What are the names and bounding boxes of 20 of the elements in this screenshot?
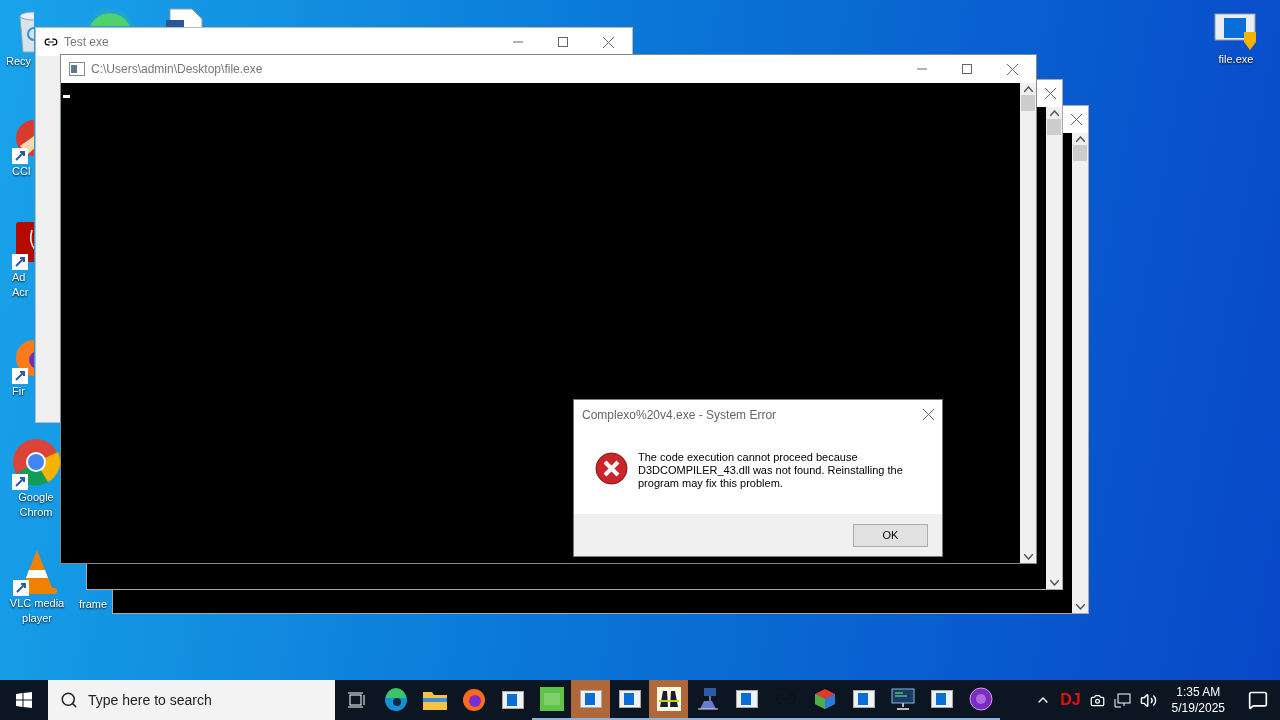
desktop-icon-label[interactable]: Fir xyxy=(12,384,25,399)
desktop-icon-label[interactable]: VLC media xyxy=(9,596,65,611)
desktop-icon-label[interactable]: frame xyxy=(79,597,108,612)
search-input[interactable]: Type here to search xyxy=(88,689,318,711)
desktop-icon-label[interactable]: player xyxy=(22,611,52,626)
desktop-icon-label[interactable]: Acr xyxy=(12,285,29,300)
search-field[interactable]: Type here to search xyxy=(48,680,335,720)
desktop-icon-label[interactable]: Recy xyxy=(6,54,32,69)
window-title: Test exe xyxy=(64,34,109,51)
desktop-icon-label[interactable]: Chrom xyxy=(19,505,53,520)
ok-button[interactable]: OK xyxy=(853,523,928,547)
desktop-icon-label[interactable]: Ad xyxy=(12,270,26,285)
error-message: The code execution cannot proceed because D3DCOMPILER_43.dll was not found. Reinstalling the program may fix this problem. xyxy=(638,451,904,490)
desktop-icon-label[interactable]: Google xyxy=(18,490,54,505)
dialog-title: Complexo%20v4.exe - System Error xyxy=(582,406,777,424)
clock[interactable]: 1:35 AM 5/19/2025 xyxy=(1165,684,1231,716)
window-title: C:\Users\admin\Desktop\file.exe xyxy=(91,61,263,78)
tray-badge[interactable]: DJ xyxy=(1060,692,1081,708)
desktop-icon-label[interactable]: file.exe xyxy=(1218,52,1254,67)
desktop-icon-label[interactable]: CCl xyxy=(12,164,31,179)
